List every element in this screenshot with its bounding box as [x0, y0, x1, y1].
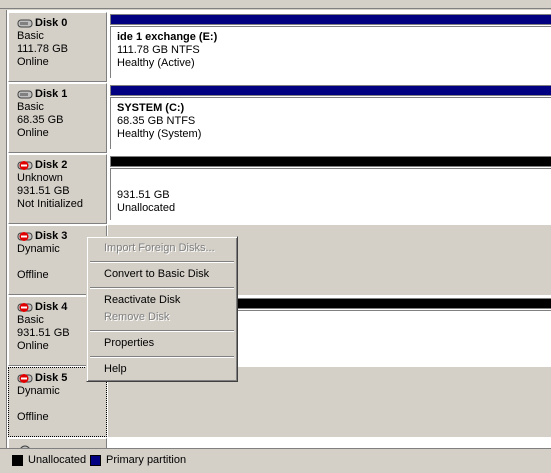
volume-detail: 68.35 GB NTFS: [117, 115, 196, 127]
unallocated-swatch: [12, 455, 23, 466]
disk-0-label[interactable]: Disk 0 Basic 111.78 GB Online: [8, 12, 107, 82]
disk-icon: [17, 18, 33, 29]
disk-2-label[interactable]: Disk 2 Unknown 931.51 GB Not Initialized: [8, 154, 107, 224]
disk-type: Basic: [17, 30, 44, 42]
volume-e[interactable]: ide 1 exchange (E:) 111.78 GB NTFS Healt…: [110, 26, 551, 78]
menu-import-foreign-disks[interactable]: Import Foreign Disks...: [90, 240, 234, 257]
disk-list[interactable]: Disk 0 Basic 111.78 GB Online ide 1 exch…: [6, 10, 551, 448]
unallocated-legend-label: Unallocated: [28, 454, 87, 466]
disk-size: 68.35 GB: [17, 114, 64, 126]
disk-size: 111.78 GB: [17, 43, 68, 55]
disk-type: Dynamic: [17, 385, 60, 397]
disk-size: 931.51 GB: [17, 185, 70, 197]
menu-reactivate-disk[interactable]: Reactivate Disk: [90, 292, 234, 309]
disk-1-partitions: SYSTEM (C:) 68.35 GB NTFS Healthy (Syste…: [108, 83, 551, 153]
menu-separator: [90, 356, 234, 358]
disk-error-icon: [17, 160, 33, 171]
next-disk-label-partial[interactable]: [8, 438, 107, 448]
volume-health: Unallocated: [117, 202, 176, 214]
menu-separator: [90, 330, 234, 332]
disk-title: Disk 2: [35, 159, 68, 171]
volume-bar: [110, 156, 551, 167]
menu-label: Remove Disk: [104, 311, 170, 323]
unallocated-region[interactable]: 931.51 GB Unallocated: [110, 168, 551, 220]
menu-convert-to-basic-disk[interactable]: Convert to Basic Disk: [90, 266, 234, 283]
disk-error-icon: [17, 373, 33, 384]
disk-0-title-row: Disk 0: [17, 17, 106, 30]
volume-health: Healthy (Active): [117, 57, 195, 69]
disk-title: Disk 5: [35, 372, 68, 384]
primary-partition-swatch: [90, 455, 101, 466]
volume-bar: [110, 85, 551, 96]
disk-status: Online: [17, 127, 49, 139]
disk-status: Offline: [17, 411, 49, 423]
disk-icon: [17, 89, 33, 100]
volume-c[interactable]: SYSTEM (C:) 68.35 GB NTFS Healthy (Syste…: [110, 97, 551, 149]
disk-error-icon: [17, 231, 33, 242]
menu-help[interactable]: Help: [90, 361, 234, 378]
legend: Unallocated Primary partition: [0, 448, 551, 473]
disk-size: [17, 398, 106, 411]
volume-bar: [110, 14, 551, 25]
disk-title: Disk 4: [35, 301, 68, 313]
primary-partition-legend-label: Primary partition: [106, 454, 187, 466]
menu-label: Import Foreign Disks...: [104, 242, 215, 254]
menu-label: Reactivate Disk: [104, 294, 181, 306]
disk-2-title-row: Disk 2: [17, 159, 106, 172]
disk-type: Basic: [17, 101, 44, 113]
context-menu[interactable]: Import Foreign Disks... Convert to Basic…: [86, 236, 238, 382]
volume-health: Healthy (System): [117, 128, 202, 140]
menu-label: Convert to Basic Disk: [104, 268, 210, 280]
disk-1-title-row: Disk 1: [17, 88, 106, 101]
top-strip: [0, 0, 551, 9]
volume-detail: 931.51 GB: [117, 189, 170, 201]
menu-separator: [90, 287, 234, 289]
menu-separator: [90, 261, 234, 263]
disk-error-icon: [17, 302, 33, 313]
disk-title: Disk 0: [35, 17, 68, 29]
disk-status: Online: [17, 56, 49, 68]
volume-detail: 111.78 GB NTFS: [117, 44, 200, 56]
disk-1-label[interactable]: Disk 1 Basic 68.35 GB Online: [8, 83, 107, 153]
volume-name: SYSTEM (C:): [117, 102, 185, 114]
disk-type: Unknown: [17, 172, 63, 184]
disk-0-partitions: ide 1 exchange (E:) 111.78 GB NTFS Healt…: [108, 12, 551, 82]
volume-name: ide 1 exchange (E:): [117, 31, 218, 43]
disk-2-partitions: 931.51 GB Unallocated: [108, 154, 551, 224]
disk-title: Disk 1: [35, 88, 68, 100]
disk-title: Disk 3: [35, 230, 68, 242]
menu-label: Properties: [104, 337, 155, 349]
menu-remove-disk[interactable]: Remove Disk: [90, 309, 234, 326]
menu-label: Help: [104, 363, 127, 375]
disk-status: Not Initialized: [17, 198, 84, 210]
menu-properties[interactable]: Properties: [90, 335, 234, 352]
